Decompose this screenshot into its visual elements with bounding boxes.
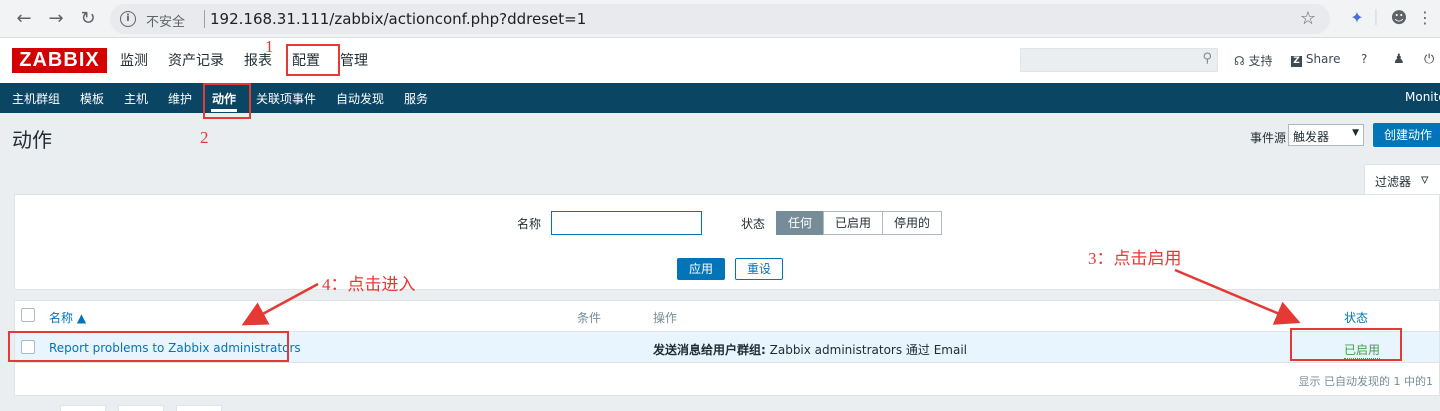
- annotation-arrows: [241, 268, 1301, 326]
- annotation-arrow-3: [1174, 268, 1301, 325]
- annotation-arrow-4: [241, 282, 319, 326]
